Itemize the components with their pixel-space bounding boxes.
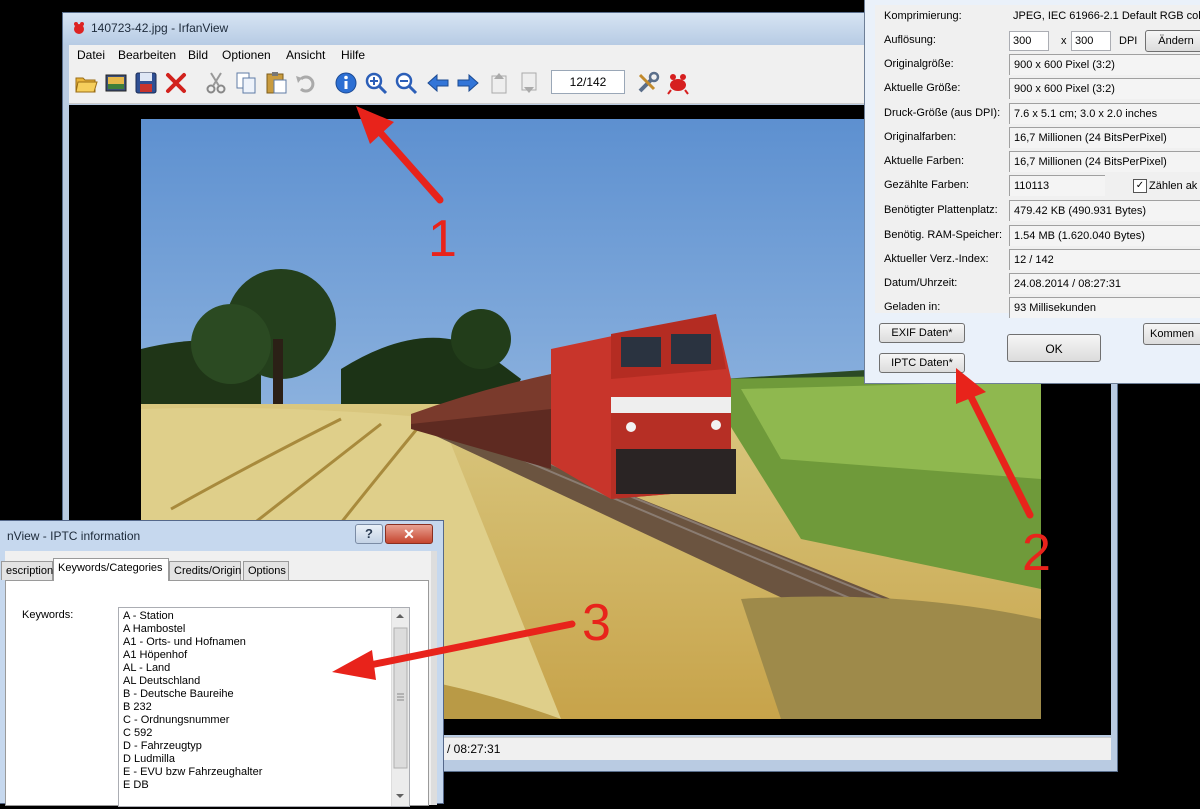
- dpi-separator: x: [1061, 35, 1067, 47]
- help-button[interactable]: ?: [355, 524, 383, 544]
- keywords-scrollbar[interactable]: [391, 608, 409, 806]
- tab-keywords-categories[interactable]: Keywords/Categories: [53, 558, 169, 581]
- scrollbar-arrows-icon: [393, 614, 408, 798]
- zoom-out-icon[interactable]: [393, 70, 419, 96]
- info-row: Benötig. RAM-Speicher: 1.54 MB (1.620.040…: [875, 224, 1200, 248]
- info-row: Aktueller Verz.-Index: 12 / 142: [875, 248, 1200, 272]
- iptc-information-dialog: nView - IPTC information ? ✕ escription …: [0, 520, 444, 807]
- comment-button[interactable]: Kommen: [1143, 323, 1200, 345]
- status-time: / 08:27:31: [447, 742, 501, 756]
- info-row: Geladen in: 93 Millisekunden: [875, 296, 1200, 320]
- keywords-list: A - Station A Hambostel A1 - Orts- und H…: [123, 610, 262, 792]
- undo-icon[interactable]: [293, 70, 319, 96]
- cut-icon[interactable]: [203, 70, 229, 96]
- ok-button[interactable]: OK: [1007, 334, 1101, 362]
- keyword-line: AL Deutschland: [123, 675, 201, 687]
- previous-icon[interactable]: [425, 70, 451, 96]
- next-icon[interactable]: [455, 70, 481, 96]
- info-panel: Komprimierung: JPEG, IEC 61966-2.1 Defaul…: [875, 5, 1200, 318]
- menu-optionen[interactable]: Optionen: [222, 48, 271, 62]
- keywords-label: Keywords:: [22, 609, 74, 621]
- info-row: Aktuelle Farben: 16,7 Millionen (24 BitsP…: [875, 150, 1200, 174]
- menu-hilfe[interactable]: Hilfe: [341, 48, 365, 62]
- keyword-line: A1 Höpenhof: [123, 649, 188, 661]
- keyword-line: A - Station: [123, 610, 174, 622]
- last-page-icon[interactable]: [517, 70, 543, 96]
- menu-bild[interactable]: Bild: [188, 48, 208, 62]
- keyword-line: C 592: [123, 727, 153, 739]
- paste-icon[interactable]: [263, 70, 289, 96]
- exif-data-button[interactable]: EXIF Daten*: [879, 323, 965, 343]
- keyword-line: A Hambostel: [123, 623, 186, 635]
- info-row: Originalgröße: 900 x 600 Pixel (3:2): [875, 53, 1200, 77]
- info-row: Originalfarben: 16,7 Millionen (24 BitsPe…: [875, 126, 1200, 150]
- keyword-line: C - Ordnungsnummer: [123, 714, 230, 726]
- iptc-dialog-title: nView - IPTC information: [7, 529, 141, 543]
- zoom-in-icon[interactable]: [363, 70, 389, 96]
- info-row: Datum/Uhrzeit: 24.08.2014 / 08:27:31: [875, 272, 1200, 296]
- keyword-line: A1 - Orts- und Hofnamen: [123, 636, 246, 648]
- keyword-line: AL - Land: [123, 662, 171, 674]
- dpi-x-input[interactable]: 300: [1009, 31, 1049, 51]
- keyword-line: B - Deutsche Baureihe: [123, 688, 234, 700]
- info-row-resolution: Auflösung: 300 x 300 DPI Ändern: [875, 29, 1200, 53]
- keyword-line: E - EVU bzw Fahrzeughalter: [123, 766, 263, 778]
- keyword-line: D Ludmilla: [123, 753, 175, 765]
- settings-icon[interactable]: [635, 70, 661, 96]
- close-button[interactable]: ✕: [385, 524, 433, 544]
- keyword-line: E DB: [123, 779, 149, 791]
- first-page-icon[interactable]: [487, 70, 513, 96]
- copy-icon[interactable]: [233, 70, 259, 96]
- keywords-tab-panel: Keywords: A - Station A Hambostel A1 - O…: [5, 580, 429, 807]
- keyword-line: B 232: [123, 701, 152, 713]
- iptc-dialog-body: escription Keywords/Categories Credits/O…: [1, 551, 437, 807]
- info-icon[interactable]: [333, 70, 359, 96]
- open-folder-icon[interactable]: [73, 70, 99, 96]
- menu-ansicht[interactable]: Ansicht: [286, 48, 325, 62]
- info-row-counted-colors: Gezählte Farben: 110113 ✓ Zählen ak: [875, 174, 1200, 198]
- menu-datei[interactable]: Datei: [77, 48, 105, 62]
- tab-options[interactable]: Options: [243, 561, 289, 580]
- change-button[interactable]: Ändern: [1145, 30, 1200, 52]
- iptc-data-button[interactable]: IPTC Daten*: [879, 353, 965, 373]
- info-row-compression: Komprimierung: JPEG, IEC 61966-2.1 Defaul…: [875, 5, 1200, 29]
- menu-bearbeiten[interactable]: Bearbeiten: [118, 48, 176, 62]
- page-counter[interactable]: 12/142: [551, 70, 625, 94]
- dialog-scrollbar[interactable]: [431, 551, 437, 805]
- keyword-line: D - Fahrzeugtyp: [123, 740, 202, 752]
- info-row: Aktuelle Größe: 900 x 600 Pixel (3:2): [875, 77, 1200, 101]
- info-row: Druck-Größe (aus DPI): 7.6 x 5.1 cm; 3.0 …: [875, 102, 1200, 126]
- main-window-title: 140723-42.jpg - IrfanView: [91, 21, 229, 35]
- tab-credits-origin[interactable]: Credits/Origin: [169, 561, 241, 580]
- dpi-unit: DPI: [1119, 35, 1138, 47]
- info-row: Benötigter Plattenplatz: 479.42 KB (490.9…: [875, 199, 1200, 223]
- tab-description[interactable]: escription: [1, 561, 53, 580]
- image-info-dialog: Komprimierung: JPEG, IEC 61966-2.1 Defaul…: [864, 0, 1200, 384]
- dpi-y-input[interactable]: 300: [1071, 31, 1111, 51]
- delete-icon[interactable]: [163, 70, 189, 96]
- irfanview-icon[interactable]: [665, 70, 691, 96]
- count-colors-checkbox[interactable]: ✓: [1133, 179, 1147, 193]
- save-icon[interactable]: [133, 70, 159, 96]
- thumbnails-icon[interactable]: [103, 70, 129, 96]
- irfanview-app-icon: [74, 22, 84, 34]
- count-colors-label: Zählen ak: [1149, 180, 1198, 192]
- keywords-textarea[interactable]: A - Station A Hambostel A1 - Orts- und H…: [118, 607, 410, 807]
